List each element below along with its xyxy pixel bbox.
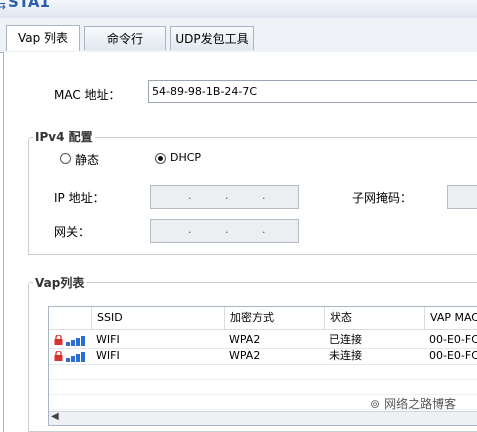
tab-label: UDP发包工具	[175, 32, 249, 46]
chevron-left-icon[interactable]: ◀	[51, 411, 59, 422]
row-encryption: WPA2	[229, 333, 261, 346]
watermark-text: 网络之路博客	[384, 397, 457, 411]
dhcp-label: DHCP	[170, 151, 202, 164]
tab-bar: Vap 列表 命令行 UDP发包工具	[0, 18, 477, 53]
empty-row	[49, 365, 477, 380]
ip-address-label: IP 地址：	[54, 191, 105, 205]
mac-label: MAC 地址：	[54, 88, 121, 102]
gateway-field[interactable]: . . .	[150, 219, 299, 243]
mac-address-field[interactable]: 54-89-98-1B-24-7C	[148, 80, 477, 103]
subnet-mask-label: 子网掩码：	[352, 191, 413, 205]
table-row[interactable]: WIFI WPA2 已连接 00-E0-FC-	[49, 332, 477, 349]
row-status: 未连接	[329, 349, 362, 362]
column-header-status[interactable]: 状态	[324, 307, 424, 329]
title-bar: ⇆ STA1	[0, 0, 477, 19]
vap-group-title: Vap列表	[33, 274, 87, 291]
static-label: 静态	[75, 153, 100, 167]
dhcp-radio[interactable]	[155, 153, 166, 164]
column-header-ssid[interactable]: SSID	[91, 307, 224, 329]
row-vap-mac: 00-E0-FC-	[429, 333, 477, 346]
horizontal-scrollbar[interactable]: ◀	[49, 411, 477, 425]
empty-row	[49, 380, 477, 395]
app-icon: ⇆	[0, 0, 6, 12]
column-header-encryption[interactable]: 加密方式	[224, 307, 324, 329]
gateway-label: 网关：	[54, 225, 91, 239]
column-header-vap-mac[interactable]: VAP MAC	[424, 307, 477, 329]
tab-udp-tool[interactable]: UDP发包工具	[170, 26, 254, 50]
row-ssid: WIFI	[96, 349, 120, 362]
subnet-mask-field[interactable]	[447, 185, 477, 209]
table-row[interactable]: WIFI WPA2 未连接 00-E0-FC-	[49, 348, 477, 365]
row-encryption: WPA2	[229, 349, 261, 362]
ip-address-field[interactable]: . . .	[150, 185, 299, 209]
mac-address-value: 54-89-98-1B-24-7C	[152, 85, 258, 98]
lock-icon	[54, 351, 63, 361]
tab-command-line[interactable]: 命令行	[84, 26, 166, 50]
tab-label: Vap 列表	[17, 31, 69, 45]
watermark: ⊚ 网络之路博客	[370, 395, 456, 412]
row-vap-mac: 00-E0-FC-	[429, 349, 477, 362]
table-header: SSID 加密方式 状态 VAP MAC	[49, 307, 477, 330]
wechat-icon: ⊚	[370, 397, 381, 411]
tab-vap-list[interactable]: Vap 列表	[6, 25, 80, 51]
signal-bars-icon	[66, 350, 90, 362]
row-icons	[54, 350, 94, 362]
static-radio[interactable]	[60, 153, 71, 164]
row-icons	[54, 334, 94, 346]
ipv4-group-title: IPv4 配置	[33, 128, 95, 145]
lock-icon	[54, 335, 63, 345]
row-ssid: WIFI	[96, 333, 120, 346]
row-status: 已连接	[329, 333, 362, 346]
window-title: STA1	[8, 0, 50, 11]
signal-bars-icon	[66, 334, 90, 346]
tab-label: 命令行	[106, 32, 143, 46]
